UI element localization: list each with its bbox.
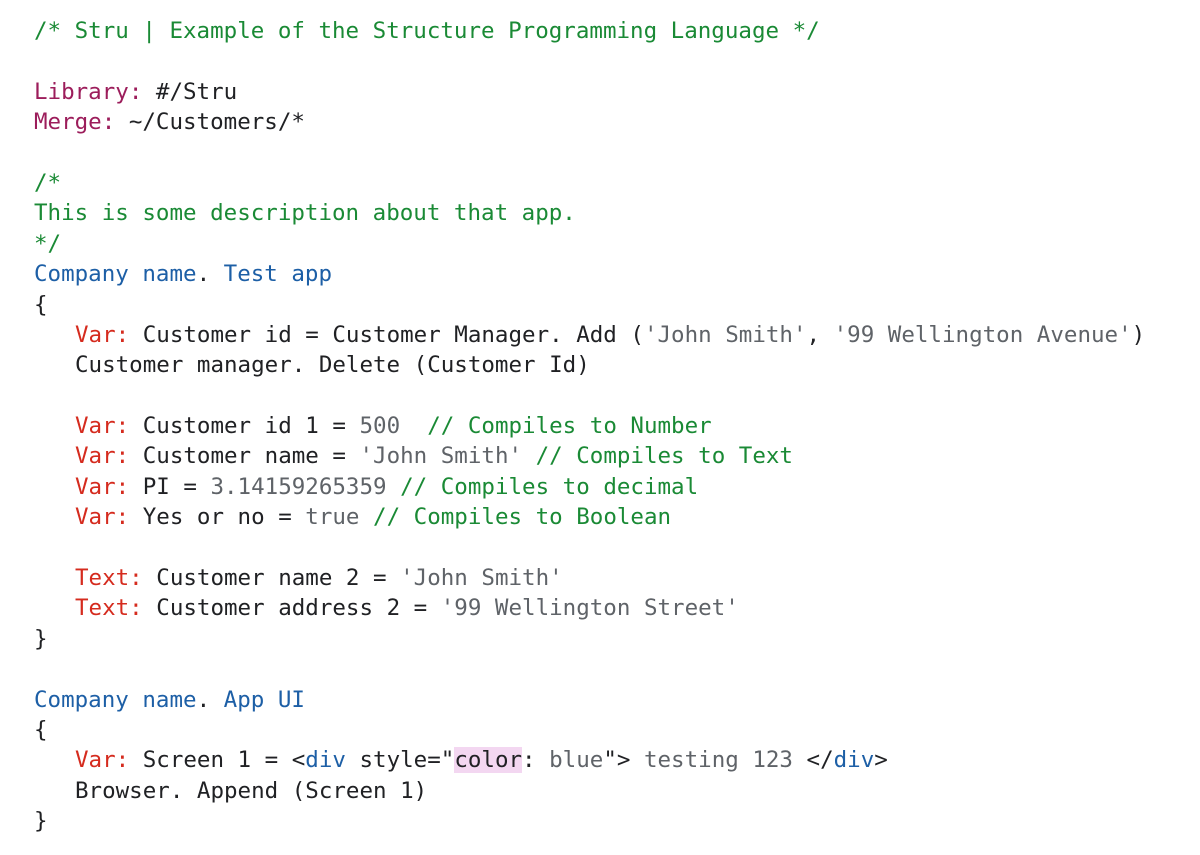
comment-token: /* Stru | Example of the Structure Progr… (34, 18, 820, 44)
code-token: Screen 1 = < (129, 747, 306, 774)
code-line: Text: Customer name 2 = 'John Smith' (34, 563, 1145, 593)
comment-token: // Compiles to Number (427, 413, 712, 440)
code-token: Customer id = Customer Manager. Add ( (129, 321, 644, 348)
comment-token: */ (34, 230, 62, 257)
keyword-token: Text: (75, 595, 143, 622)
code-line: } (34, 806, 1145, 836)
code-line: /* (34, 168, 1145, 198)
type-token: Company name (34, 686, 197, 713)
code-token: ~/Customers/* (115, 109, 305, 136)
code-line: Var: Customer name = 'John Smith' // Com… (34, 441, 1145, 471)
code-line: Var: Customer id = Customer Manager. Add… (34, 320, 1145, 350)
code-line: /* Stru | Example of the Structure Progr… (34, 16, 1145, 46)
code-token: PI = (129, 473, 211, 500)
literal-value: 3.14159265359 (210, 473, 387, 500)
code-token: : (522, 747, 550, 774)
code-token: } (34, 808, 48, 835)
comment-token: This is some description about that app. (34, 200, 576, 227)
keyword-token: Var: (75, 443, 130, 470)
code-token: Customer id 1 = (129, 413, 360, 440)
code-token: #/Stru (142, 78, 238, 105)
code-token: > (874, 747, 888, 774)
directive-token: Merge: (34, 109, 116, 136)
code-line: Var: Yes or no = true // Compiles to Boo… (34, 502, 1145, 532)
code-token: Yes or no = (129, 504, 306, 531)
code-token: { (34, 716, 48, 743)
tag-name-token: div (833, 747, 875, 774)
string-literal: '99 Wellington Street' (440, 595, 739, 622)
code-line: } (34, 624, 1145, 654)
code-token: , (806, 321, 834, 348)
type-token: Company name (34, 261, 197, 288)
comment-token: // Compiles to decimal (400, 473, 699, 500)
comment-token: // Compiles to Text (535, 443, 793, 470)
code-token: Customer manager. Delete (Customer Id) (75, 352, 590, 379)
code-line: Browser. Append (Screen 1) (34, 776, 1145, 806)
type-token: App UI (223, 686, 305, 713)
keyword-token: Var: (75, 321, 130, 348)
code-line: Customer manager. Delete (Customer Id) (34, 350, 1145, 380)
code-line: Library: #/Stru (34, 77, 1145, 107)
code-line: Var: PI = 3.14159265359 // Compiles to d… (34, 472, 1145, 502)
code-line: Company name. Test app (34, 259, 1145, 289)
code-token: "> (603, 747, 631, 774)
highlighted-token: color (454, 747, 523, 774)
code-line: Var: Screen 1 = <div style="color: blue"… (34, 745, 1145, 775)
string-literal: '99 Wellington Avenue' (833, 321, 1132, 348)
code-listing: /* Stru | Example of the Structure Progr… (34, 16, 1145, 837)
code-token: Customer name 2 = (142, 565, 401, 592)
code-line: This is some description about that app. (34, 198, 1145, 228)
code-token: Customer address 2 = (142, 595, 441, 622)
keyword-token: Var: (75, 747, 130, 774)
code-line: Merge: ~/Customers/* (34, 107, 1145, 137)
code-line: Var: Customer id 1 = 500 // Compiles to … (34, 411, 1145, 441)
type-token: Test app (223, 261, 333, 288)
code-token: } (34, 625, 48, 652)
string-literal: 'John Smith' (400, 565, 563, 592)
code-line: { (34, 715, 1145, 745)
literal-value: 500 (359, 413, 401, 440)
string-literal: 'John Smith' (643, 321, 807, 348)
code-token: Customer name = (129, 443, 360, 470)
string-literal: blue (549, 747, 604, 774)
code-token: style=" (345, 747, 455, 774)
code-token: Browser. Append (Screen 1) (75, 777, 428, 804)
keyword-token: Text: (75, 565, 143, 592)
code-token: { (34, 291, 48, 318)
code-token: . (196, 261, 224, 288)
code-token: ) (1131, 321, 1146, 348)
code-token: </ (806, 747, 834, 774)
string-literal: 'John Smith' (359, 443, 523, 470)
literal-value: true (305, 504, 360, 531)
keyword-token: Var: (75, 473, 130, 500)
string-literal: testing 123 (630, 747, 807, 774)
keyword-token: Var: (75, 504, 130, 531)
tag-name-token: div (305, 747, 346, 774)
code-token: . (196, 686, 224, 713)
comment-token: /* (34, 169, 62, 196)
comment-token: // Compiles to Boolean (373, 504, 672, 531)
keyword-token: Var: (75, 413, 130, 440)
code-line: Company name. App UI (34, 685, 1145, 715)
code-line: Text: Customer address 2 = '99 Wellingto… (34, 593, 1145, 623)
code-line: { (34, 290, 1145, 320)
directive-token: Library: (34, 78, 143, 105)
code-line: */ (34, 229, 1145, 259)
